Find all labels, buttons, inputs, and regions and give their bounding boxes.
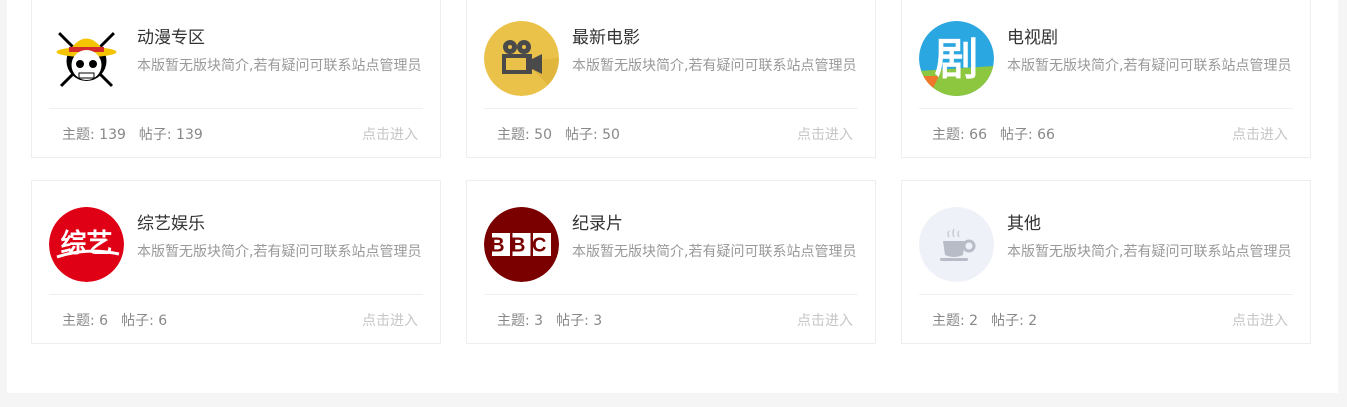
card-divider: [484, 108, 858, 109]
coffee-cup-icon[interactable]: [919, 207, 994, 282]
posts-count: 帖子: 2: [991, 313, 1038, 329]
board-title[interactable]: 电视剧: [1007, 23, 1058, 48]
card-divider: [49, 108, 423, 109]
card-divider: [919, 108, 1293, 109]
board-stats: 主题: 50 帖子: 50: [497, 124, 633, 144]
card-divider: [919, 294, 1293, 295]
board-description: 本版暂无版块简介,若有疑问可联系站点管理员: [1007, 58, 1292, 74]
board-stats: 主题: 2 帖子: 2: [932, 310, 1050, 330]
straw-hat-skull-icon[interactable]: [49, 21, 124, 96]
board-card-other[interactable]: 其他 本版暂无版块简介,若有疑问可联系站点管理员 主题: 2 帖子: 2 点击进入: [901, 180, 1311, 344]
board-title[interactable]: 动漫专区: [137, 23, 205, 48]
enter-link[interactable]: 点击进入: [362, 310, 418, 330]
variety-icon[interactable]: 综艺: [49, 207, 124, 282]
board-description: 本版暂无版块简介,若有疑问可联系站点管理员: [1007, 244, 1292, 260]
drama-glyph: 剧: [935, 34, 979, 85]
board-card-tv[interactable]: 剧 电视剧 本版暂无版块简介,若有疑问可联系站点管理员 主题: 66 帖子: 66…: [901, 0, 1311, 158]
board-title[interactable]: 纪录片: [572, 209, 623, 234]
posts-count: 帖子: 66: [999, 127, 1055, 143]
topics-count: 主题: 50: [497, 127, 552, 143]
posts-count: 帖子: 6: [121, 313, 168, 329]
posts-count: 帖子: 3: [556, 313, 603, 329]
enter-link[interactable]: 点击进入: [797, 310, 853, 330]
board-title[interactable]: 其他: [1007, 209, 1041, 234]
enter-link[interactable]: 点击进入: [1232, 124, 1288, 144]
board-card-movies[interactable]: 最新电影 本版暂无版块简介,若有疑问可联系站点管理员 主题: 50 帖子: 50 …: [466, 0, 876, 158]
board-description: 本版暂无版块简介,若有疑问可联系站点管理员: [572, 58, 857, 74]
posts-count: 帖子: 139: [138, 127, 203, 143]
enter-link[interactable]: 点击进入: [797, 124, 853, 144]
topics-count: 主题: 3: [497, 313, 544, 329]
topics-count: 主题: 139: [62, 127, 126, 143]
board-description: 本版暂无版块简介,若有疑问可联系站点管理员: [137, 58, 422, 74]
board-stats: 主题: 3 帖子: 3: [497, 310, 615, 330]
board-stats: 主题: 139 帖子: 139: [62, 124, 216, 144]
enter-link[interactable]: 点击进入: [1232, 310, 1288, 330]
board-stats: 主题: 66 帖子: 66: [932, 124, 1068, 144]
topics-count: 主题: 66: [932, 127, 987, 143]
board-card-variety[interactable]: 综艺 综艺娱乐 本版暂无版块简介,若有疑问可联系站点管理员 主题: 6 帖子: 6…: [31, 180, 441, 344]
board-title[interactable]: 最新电影: [572, 23, 640, 48]
board-stats: 主题: 6 帖子: 6: [62, 310, 180, 330]
board-card-anime[interactable]: 动漫专区 本版暂无版块简介,若有疑问可联系站点管理员 主题: 139 帖子: 13…: [31, 0, 441, 158]
board-title[interactable]: 综艺娱乐: [137, 209, 205, 234]
bbc-logo-icon[interactable]: BBC: [484, 207, 559, 282]
film-camera-icon[interactable]: [484, 21, 559, 96]
board-description: 本版暂无版块简介,若有疑问可联系站点管理员: [572, 244, 857, 260]
variety-glyph: 综艺: [60, 228, 112, 259]
board-description: 本版暂无版块简介,若有疑问可联系站点管理员: [137, 244, 422, 260]
card-divider: [484, 294, 858, 295]
topics-count: 主题: 6: [62, 313, 109, 329]
board-card-documentary[interactable]: BBC 纪录片 本版暂无版块简介,若有疑问可联系站点管理员 主题: 3 帖子: 3…: [466, 180, 876, 344]
card-divider: [49, 294, 423, 295]
topics-count: 主题: 2: [932, 313, 979, 329]
drama-icon[interactable]: 剧: [919, 21, 994, 96]
bbc-text: BBC: [490, 235, 553, 257]
posts-count: 帖子: 50: [564, 127, 620, 143]
enter-link[interactable]: 点击进入: [362, 124, 418, 144]
